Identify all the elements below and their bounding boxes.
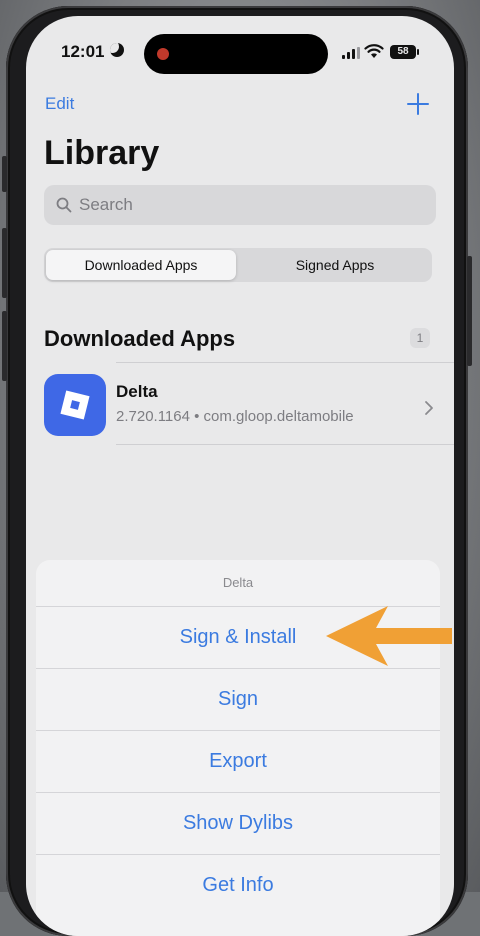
side-button: [467, 256, 472, 366]
action-button: [2, 156, 7, 192]
cellular-signal-icon: [342, 47, 360, 59]
show-dylibs-button[interactable]: Show Dylibs: [36, 792, 440, 854]
wifi-icon: [364, 44, 384, 58]
battery-icon: 58: [390, 45, 419, 59]
page-title: Library: [44, 134, 160, 172]
volume-up-button: [2, 228, 7, 298]
plus-icon[interactable]: [406, 92, 430, 116]
app-meta: 2.720.1164 • com.gloop.deltamobile: [116, 408, 354, 425]
app-name: Delta: [116, 382, 158, 401]
search-placeholder: Search: [79, 195, 133, 214]
orange-arrow-annotation-icon: [326, 606, 452, 666]
segment-downloaded-apps[interactable]: Downloaded Apps: [46, 250, 236, 280]
phone-screen: 12:01 58 Edit Library Search Downloaded …: [26, 16, 454, 936]
status-bar: 12:01 58: [26, 16, 454, 76]
export-button[interactable]: Export: [36, 730, 440, 792]
delta-app-icon: [44, 374, 106, 436]
volume-down-button: [2, 311, 7, 381]
segmented-control: Downloaded Apps Signed Apps: [44, 248, 432, 282]
action-sheet-title: Delta: [222, 575, 254, 590]
divider: [116, 444, 454, 445]
edit-button[interactable]: Edit: [45, 94, 74, 114]
section-title: Downloaded Apps: [44, 326, 236, 351]
sign-button[interactable]: Sign: [36, 668, 440, 730]
divider: [116, 362, 454, 363]
search-icon: [56, 197, 72, 213]
recording-indicator-icon: [157, 48, 169, 60]
dynamic-island: [144, 34, 328, 74]
get-info-button[interactable]: Get Info: [36, 854, 440, 916]
segment-signed-apps[interactable]: Signed Apps: [240, 250, 430, 280]
count-badge: 1: [410, 328, 430, 348]
chevron-right-icon: [425, 401, 433, 415]
moon-icon: [110, 43, 124, 57]
app-row-delta[interactable]: Delta 2.720.1164 • com.gloop.deltamobile: [26, 366, 454, 446]
status-time: 12:01: [61, 42, 105, 61]
